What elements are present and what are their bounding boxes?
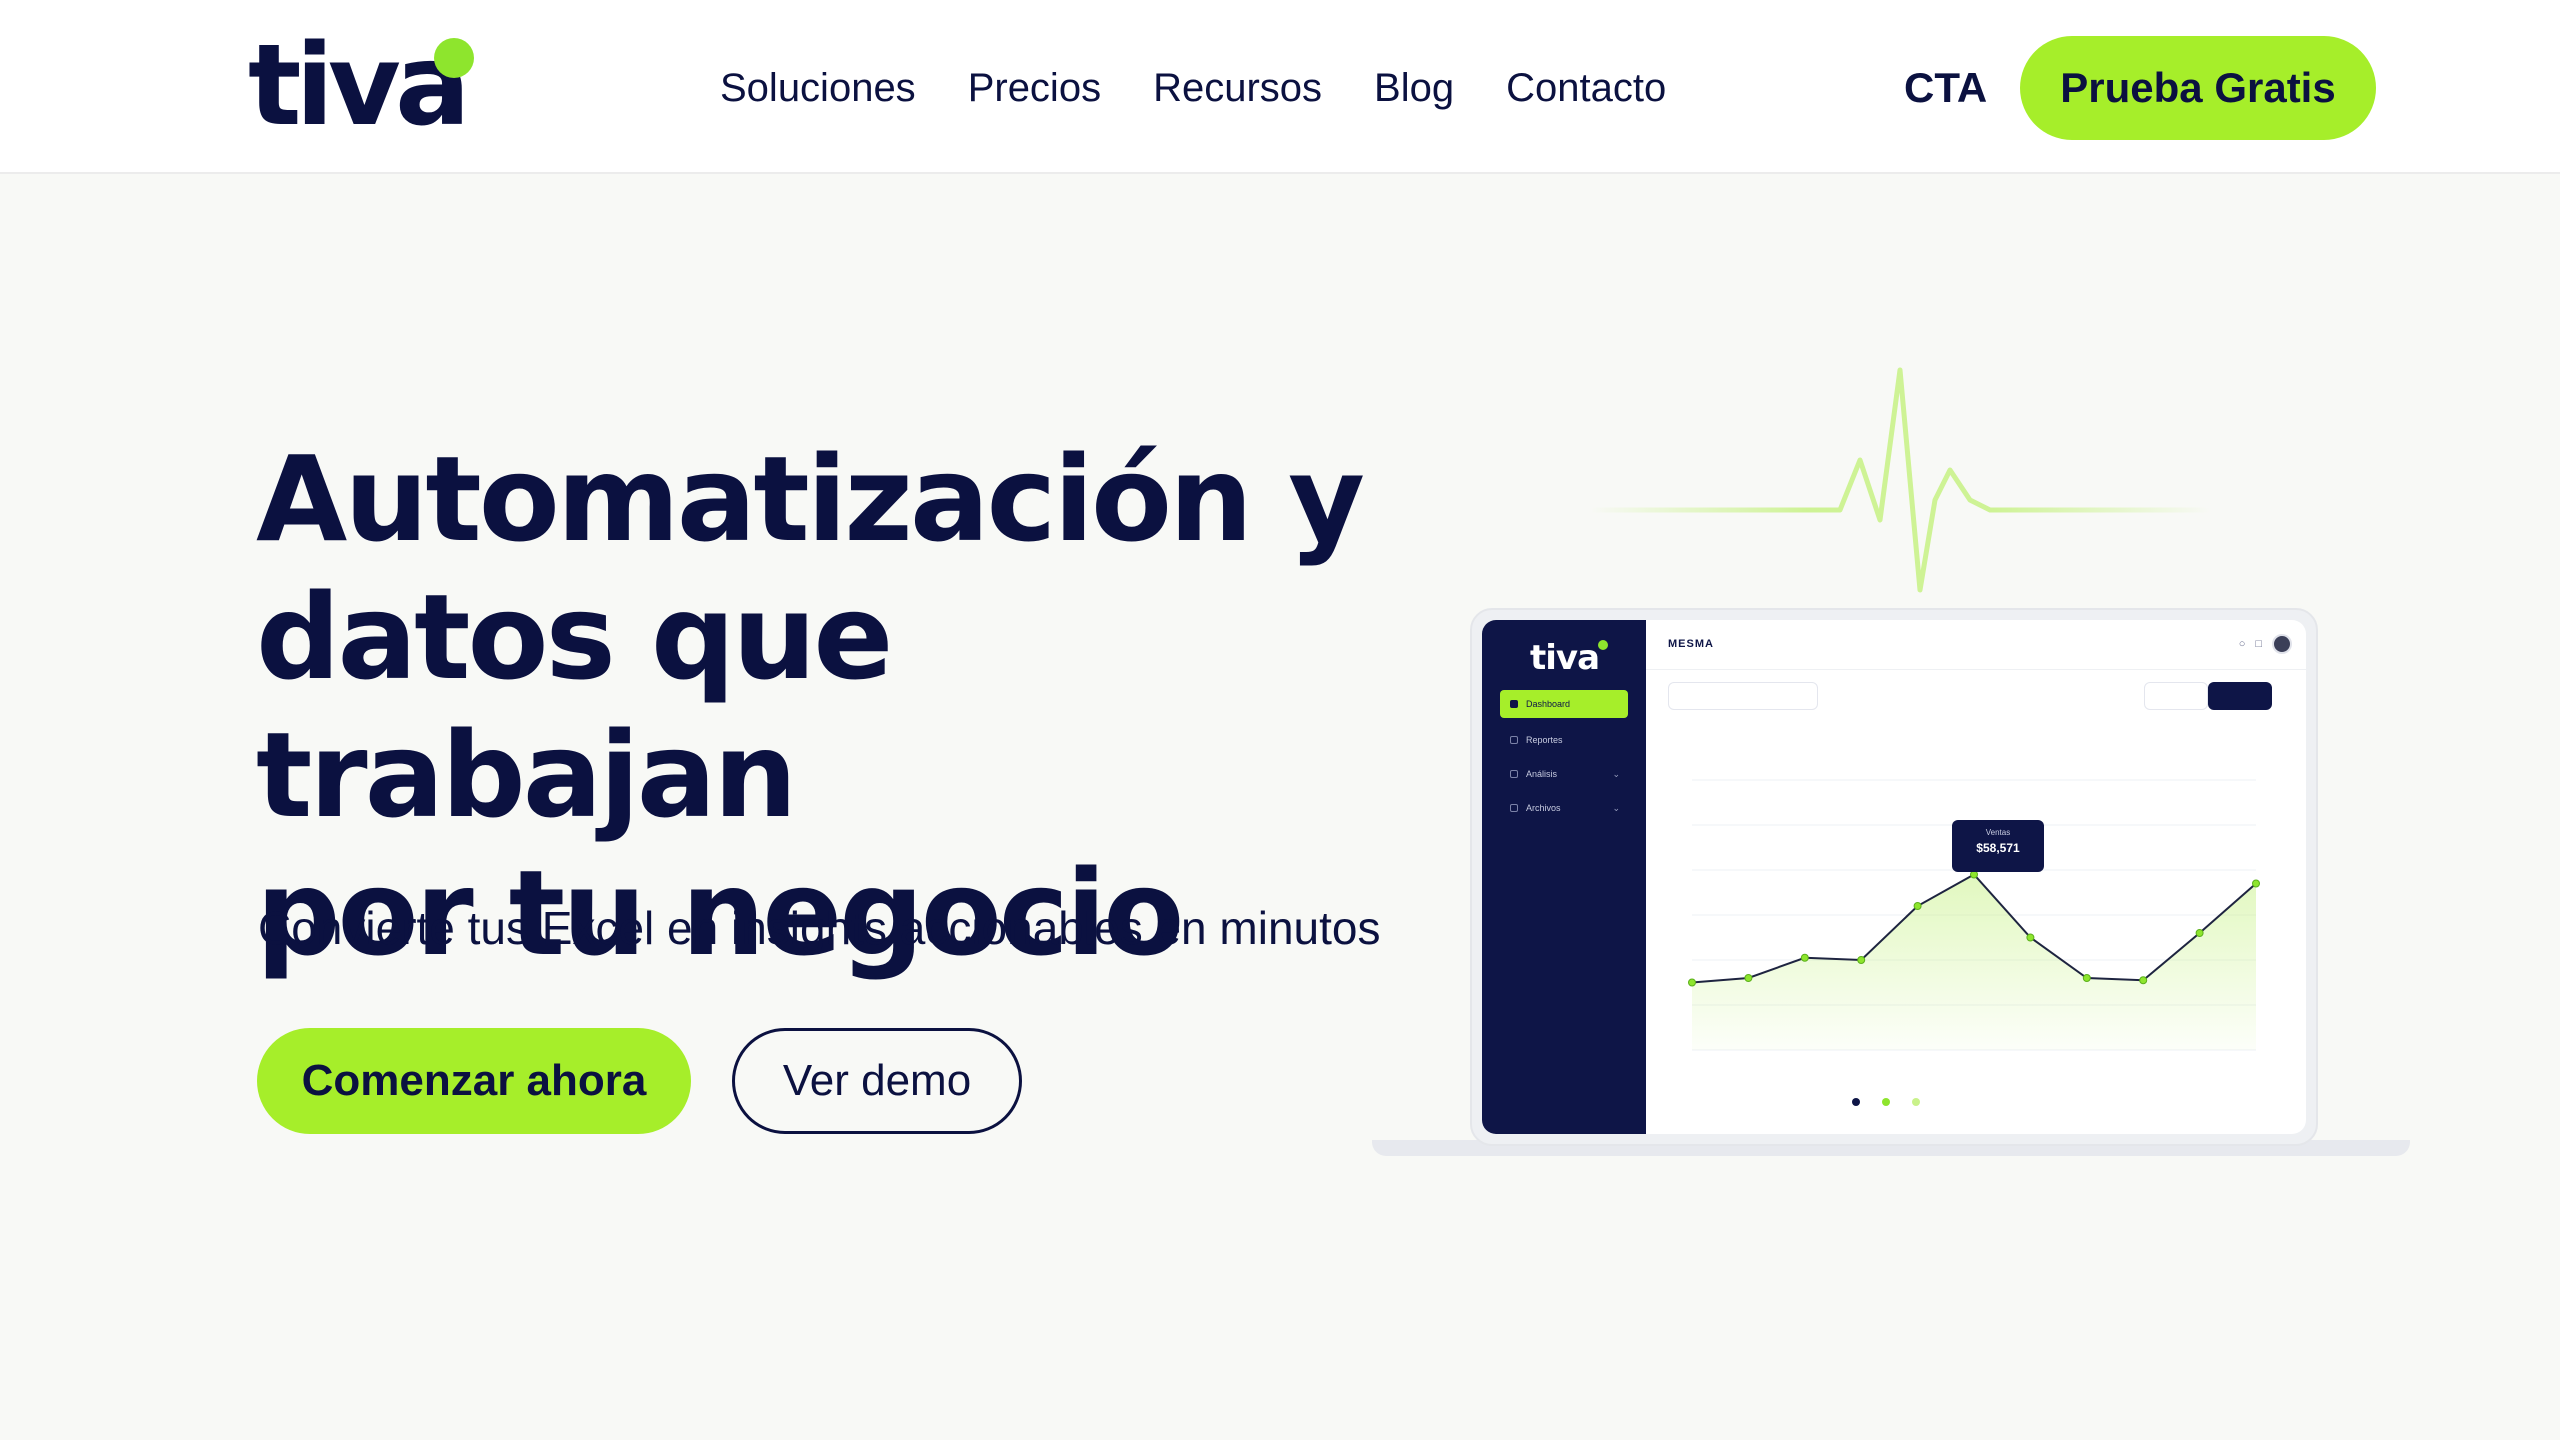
chart-legend bbox=[1852, 1098, 1920, 1106]
tooltip-value: $58,571 bbox=[1976, 841, 2020, 855]
sales-line-chart bbox=[1688, 779, 2260, 1051]
hero-subtitle: Convierte tus Excel en insights accionab… bbox=[258, 902, 1381, 954]
avatar[interactable] bbox=[2272, 634, 2292, 654]
legend-dot bbox=[1882, 1098, 1890, 1106]
start-now-button[interactable]: Comenzar ahora bbox=[257, 1028, 691, 1134]
legend-item bbox=[1882, 1098, 1890, 1106]
nav-link-soluciones[interactable]: Soluciones bbox=[720, 62, 916, 114]
brand-logo[interactable]: tiva bbox=[248, 30, 471, 142]
nav-link-contacto[interactable]: Contacto bbox=[1506, 62, 1666, 114]
top-nav: tiva Soluciones Precios Recursos Blog Co… bbox=[0, 0, 2560, 174]
sidebar-item-label: Análisis bbox=[1526, 769, 1558, 779]
dashboard-topbar: MESMA ○ □ bbox=[1646, 620, 2306, 670]
topbar-icons: ○ □ bbox=[2239, 634, 2292, 654]
legend-item bbox=[1912, 1098, 1920, 1106]
chart-point bbox=[1857, 956, 1866, 964]
chart-point bbox=[2252, 879, 2260, 888]
sidebar-item-analisis[interactable]: Análisis ⌄ bbox=[1500, 760, 1628, 788]
free-trial-button[interactable]: Prueba Gratis bbox=[2020, 36, 2376, 140]
settings-icon[interactable]: □ bbox=[2255, 638, 2262, 650]
logo-dot bbox=[434, 38, 474, 78]
bell-icon[interactable]: ○ bbox=[2239, 638, 2246, 650]
legend-dot bbox=[1852, 1098, 1860, 1106]
nav-links: Soluciones Precios Recursos Blog Contact… bbox=[720, 62, 1666, 114]
chevron-down-icon: ⌄ bbox=[1612, 802, 1620, 813]
chart-tooltip: Ventas $58,571 bbox=[1952, 820, 2044, 872]
period-select[interactable] bbox=[1668, 682, 1818, 710]
nav-link-precios[interactable]: Precios bbox=[968, 62, 1101, 114]
chart-point bbox=[1800, 953, 1809, 962]
dashboard-icon bbox=[1510, 700, 1518, 708]
chart-point bbox=[1744, 974, 1753, 982]
report-icon bbox=[1510, 736, 1518, 744]
nav-link-blog[interactable]: Blog bbox=[1374, 62, 1454, 114]
chart-point bbox=[1688, 978, 1696, 987]
tooltip-label: Ventas bbox=[1985, 828, 2011, 837]
chart-point bbox=[2195, 929, 2204, 937]
secondary-filter-button[interactable] bbox=[2144, 682, 2208, 710]
apply-filter-button[interactable] bbox=[2208, 682, 2272, 710]
folder-icon bbox=[1510, 804, 1518, 812]
legend-dot bbox=[1912, 1098, 1920, 1106]
view-demo-button[interactable]: Ver demo bbox=[732, 1028, 1022, 1134]
legend-item bbox=[1852, 1098, 1860, 1106]
sidebar-item-label: Reportes bbox=[1526, 735, 1563, 745]
hero-title-line: datos que trabajan bbox=[256, 568, 893, 844]
chart-point bbox=[2082, 974, 2091, 982]
sidebar-item-label: Archivos bbox=[1526, 803, 1561, 813]
hero-title-line: Automatización y bbox=[256, 430, 1365, 568]
dashboard-title: MESMA bbox=[1668, 638, 1714, 650]
chevron-down-icon: ⌄ bbox=[1612, 768, 1620, 779]
dashboard-sidebar: tiva Dashboard Reportes Análisis ⌄ Archi… bbox=[1482, 620, 1646, 1134]
heartbeat-line-graphic bbox=[1590, 367, 2210, 593]
sidebar-item-dashboard[interactable]: Dashboard bbox=[1500, 690, 1628, 718]
chart-area bbox=[1692, 874, 2256, 1050]
sidebar-item-archivos[interactable]: Archivos ⌄ bbox=[1500, 794, 1628, 822]
chart-point bbox=[1913, 902, 1922, 910]
chart-point bbox=[2139, 976, 2148, 985]
dashboard-logo: tiva bbox=[1530, 638, 1600, 678]
analysis-icon bbox=[1510, 770, 1518, 778]
dashboard-logo-dot bbox=[1598, 640, 1608, 650]
sidebar-item-reportes[interactable]: Reportes bbox=[1500, 726, 1628, 754]
dashboard-filters bbox=[1646, 682, 2306, 712]
sidebar-item-label: Dashboard bbox=[1526, 699, 1571, 709]
nav-cta-link[interactable]: CTA bbox=[1904, 62, 1987, 114]
chart-point bbox=[1970, 870, 1978, 879]
laptop-mockup: tiva Dashboard Reportes Análisis ⌄ Archi… bbox=[1470, 608, 2318, 1146]
nav-link-recursos[interactable]: Recursos bbox=[1153, 62, 1322, 114]
dashboard-screen: tiva Dashboard Reportes Análisis ⌄ Archi… bbox=[1482, 620, 2306, 1134]
chart-point bbox=[2026, 933, 2035, 942]
